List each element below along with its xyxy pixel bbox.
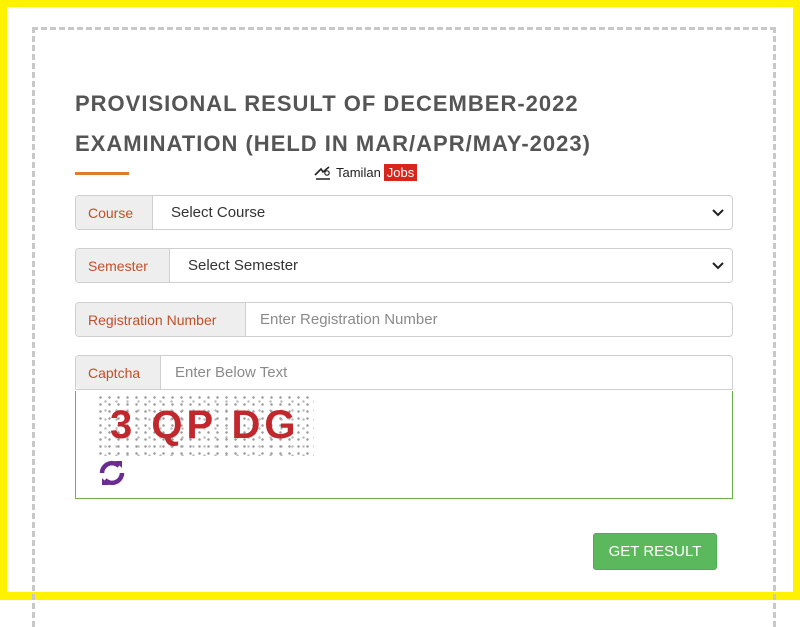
semester-selected-text: Select Semester (188, 257, 299, 274)
chevron-down-icon[interactable] (712, 206, 724, 220)
captcha-image-text: 3 QP DG (110, 403, 300, 447)
captcha-field[interactable]: Captcha Enter Below Text (75, 355, 733, 390)
chevron-down-icon[interactable] (712, 259, 724, 273)
semester-select-value[interactable]: Select Semester (170, 249, 732, 282)
registration-input[interactable]: Enter Registration Number (246, 303, 732, 336)
semester-select[interactable]: Semester Select Semester (75, 248, 733, 283)
title-underline (75, 172, 129, 175)
watermark-logo: Tamilan Jobs (313, 164, 418, 181)
captcha-label: Captcha (76, 356, 161, 389)
watermark-text: Tamilan (336, 165, 381, 180)
course-select-value[interactable]: Select Course (153, 196, 732, 229)
refresh-icon[interactable] (96, 457, 128, 489)
registration-label: Registration Number (76, 303, 246, 336)
course-select[interactable]: Course Select Course (75, 195, 733, 230)
page-title-line-1: PROVISIONAL RESULT OF DECEMBER-2022 (75, 91, 579, 116)
watermark-badge: Jobs (383, 164, 418, 181)
logo-icon (314, 165, 330, 180)
course-label: Course (76, 196, 153, 229)
page-title-line-2: EXAMINATION (HELD IN MAR/APR/MAY-2023) (75, 131, 591, 156)
page-title: PROVISIONAL RESULT OF DECEMBER-2022 EXAM… (75, 84, 715, 164)
course-selected-text: Select Course (171, 204, 266, 221)
get-result-button[interactable]: GET RESULT (593, 533, 717, 570)
registration-field[interactable]: Registration Number Enter Registration N… (75, 302, 733, 337)
semester-label: Semester (76, 249, 170, 282)
captcha-container: 3 QP DG (75, 391, 733, 499)
captcha-image: 3 QP DG (96, 394, 314, 456)
captcha-input[interactable]: Enter Below Text (161, 356, 732, 389)
